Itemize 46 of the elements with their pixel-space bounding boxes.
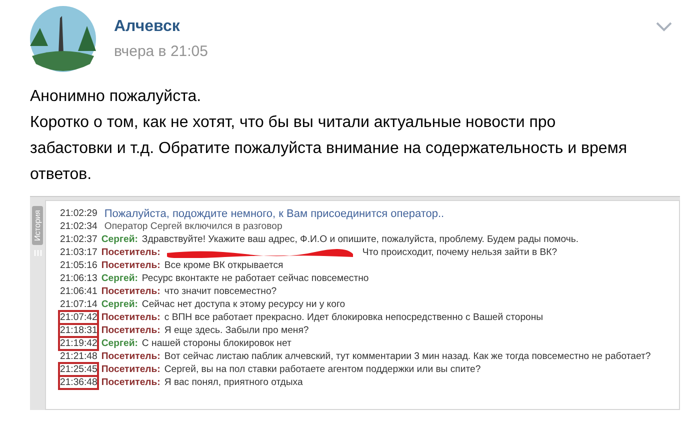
message-text: с ВПН все работает прекрасно. Идет блокировка непосредственно с Вашей стороны <box>164 312 544 324</box>
message-time: 21:05:16 <box>59 259 98 272</box>
message-time: 21:18:31 <box>59 324 98 337</box>
sender-name: Посетитель: <box>101 350 160 362</box>
sender-name: Посетитель: <box>101 286 160 298</box>
message-time: 21:25:45 <box>59 363 98 376</box>
message-text: что значит повсеместно? <box>164 286 277 298</box>
message-time: 21:02:29 <box>59 207 98 220</box>
system-message: Пожалуйста, подождите немного, к Вам присоединится оператор.. <box>104 208 444 220</box>
message-text: Вот сейчас листаю паблик алчевский, тут комментарии 3 мин назад. Как же тогда повсеместно не работает? <box>164 350 651 362</box>
message-text: Я вас понял, приятного отдыха <box>164 376 303 388</box>
message-time: 21:02:34 <box>59 220 98 233</box>
message-time: 21:21:48 <box>59 350 98 363</box>
sender-name: Посетитель: <box>101 312 160 324</box>
chevron-down-icon[interactable] <box>656 22 672 32</box>
post-time: вчера в 21:05 <box>114 43 208 60</box>
message-text: Ресурс вконтакте не работает сейчас повсеместно <box>142 272 369 284</box>
message-text: Сейчас нет доступа к этому ресурсу ни у кого <box>142 298 346 310</box>
message-time: 21:06:41 <box>59 285 98 298</box>
message-time: 21:07:14 <box>59 298 98 311</box>
message-text: С нашей стороны блокировок нет <box>142 338 292 350</box>
sender-name: Сергей: <box>101 234 138 246</box>
message-text: Здравствуйте! Укажите ваш адрес, Ф.И.О и опишите, пожалуйста, проблему. Будем рады помочь. <box>142 234 579 246</box>
message-time: 21:19:42 <box>59 337 98 350</box>
sender-name: Посетитель: <box>101 324 160 336</box>
message-time: 21:36:48 <box>59 376 98 389</box>
sender-name: Посетитель: <box>101 260 160 272</box>
message-time: 21:03:17 <box>59 246 98 259</box>
sender-name: Посетитель: <box>101 376 160 388</box>
message-text: Все кроме ВК открывается <box>164 260 284 272</box>
message-time: 21:07:42 <box>59 311 98 324</box>
post-text: Анонимно пожалуйста. Коротко о том, как не хотят, что бы вы читали актуальные новости про забастовки и т.д. Обратите пожалуйста внимание на содержательность и время ответов. <box>30 87 628 185</box>
sender-name: Посетитель: <box>101 364 160 376</box>
sender-name: Сергей: <box>101 298 138 310</box>
message-text: Я еще здесь. Забыли про меня? <box>164 324 309 336</box>
message-text: Сергей, вы на пол ставки работаете агентом поддержки или вы спите? <box>164 364 481 376</box>
sender-name: Посетитель: <box>101 246 160 258</box>
avatar-picture <box>30 6 96 72</box>
message-time: 21:02:37 <box>59 233 98 246</box>
message-text: Что происходит, почему нельзя зайти в ВК? <box>362 246 558 258</box>
lines-icon <box>34 249 42 258</box>
sender-name: Сергей: <box>101 272 138 284</box>
sender-name: Сергей: <box>101 338 138 350</box>
info-message: Оператор Сергей включился в разговор <box>104 220 282 232</box>
message-time: 21:06:13 <box>59 272 98 285</box>
author-name[interactable]: Алчевск <box>114 18 208 36</box>
